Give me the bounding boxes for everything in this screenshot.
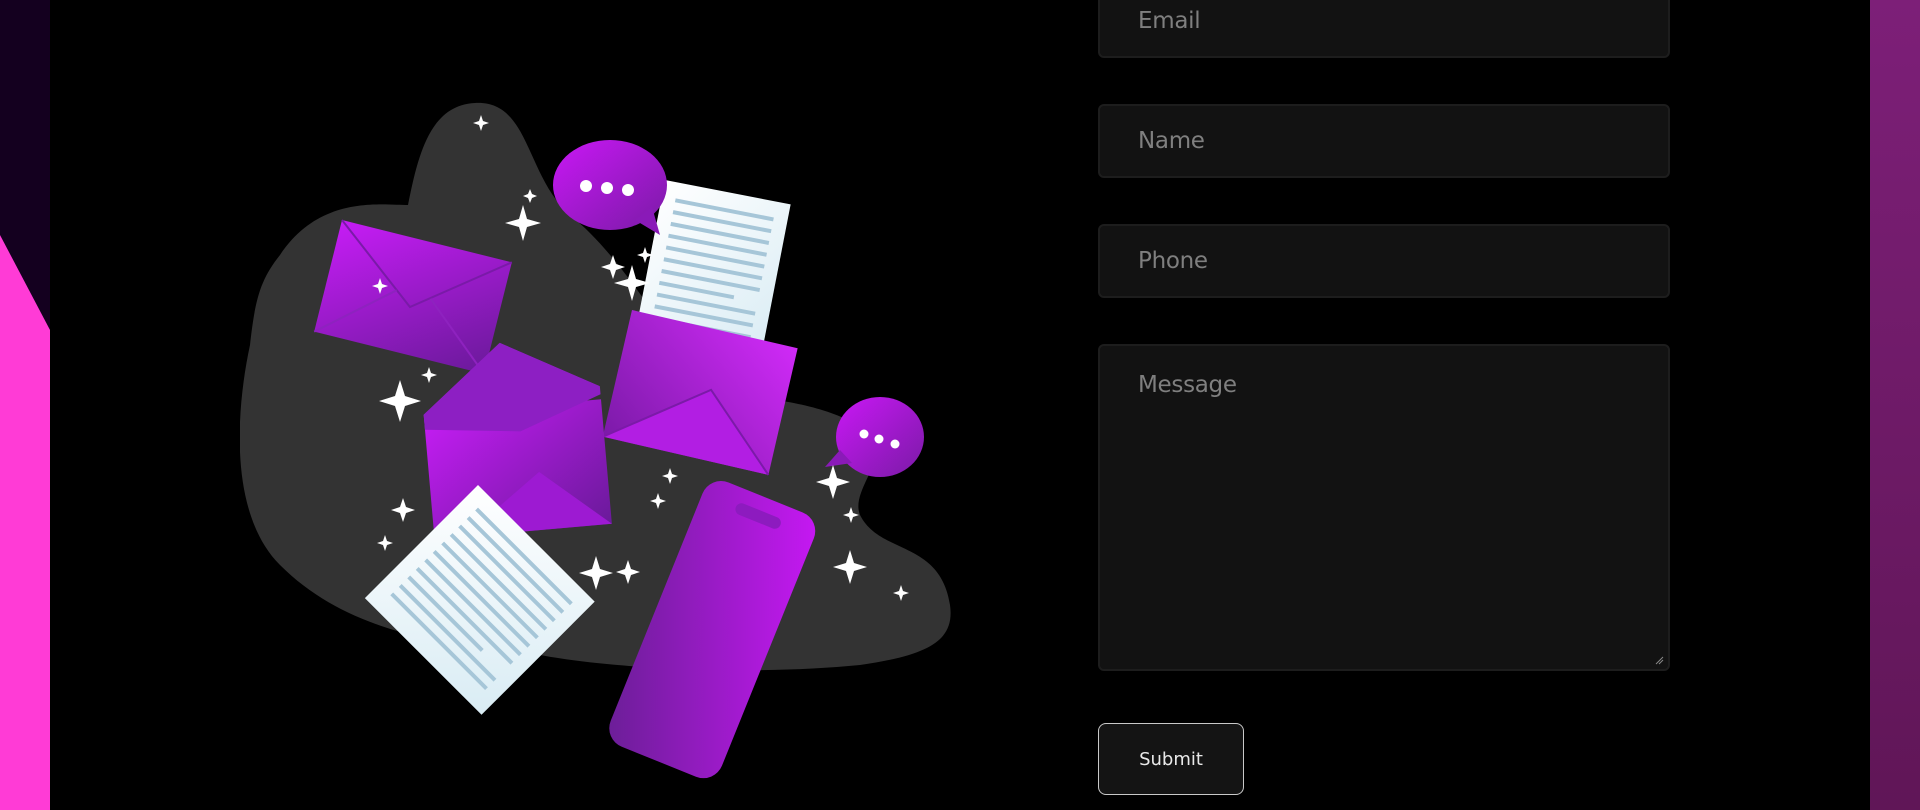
contact-page: Email Name Phone Message Submit: [0, 0, 1920, 810]
right-decorative-strip: [1870, 0, 1920, 810]
email-placeholder: Email: [1138, 8, 1201, 34]
submit-button[interactable]: Submit: [1098, 723, 1244, 795]
phone-field[interactable]: Phone: [1098, 224, 1670, 298]
resize-grip-icon[interactable]: [1654, 655, 1664, 665]
left-decorative-strip: [0, 0, 50, 810]
name-field[interactable]: Name: [1098, 104, 1670, 178]
phone-placeholder: Phone: [1138, 248, 1208, 274]
contact-illustration: [240, 102, 951, 779]
message-placeholder: Message: [1138, 372, 1237, 398]
message-textarea[interactable]: Message: [1098, 344, 1670, 671]
name-placeholder: Name: [1138, 128, 1205, 154]
email-field[interactable]: Email: [1098, 0, 1670, 58]
